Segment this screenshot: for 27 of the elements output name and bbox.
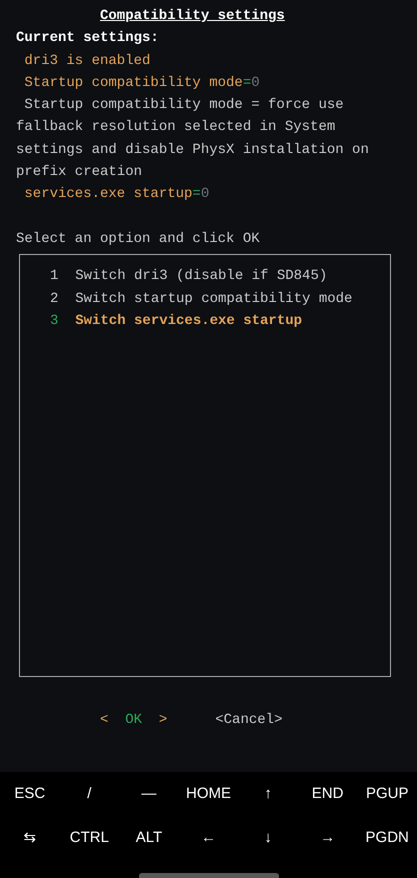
keyboard-key[interactable]: HOME [178, 778, 238, 810]
menu-item[interactable]: 3 Switch services.exe startup [50, 310, 390, 332]
setting-description: Startup compatibility mode = force use fallback resolution selected in System settings and disable PhysX installation on prefix creation [16, 96, 370, 182]
keyboard-key[interactable]: ↓ [238, 822, 298, 854]
dialog-button[interactable]: < OK > [100, 709, 168, 732]
keyboard-key[interactable]: ⇆ [0, 822, 60, 854]
prompt-text: Select an option and click OK [16, 230, 261, 249]
setting-status: dri3 is enabled [23, 52, 152, 71]
dialog-title: Compatibility settings [99, 7, 285, 26]
dialog-button[interactable]: <Cancel> [215, 709, 282, 732]
keyboard-key[interactable]: PGUP [357, 778, 417, 810]
setting-value: services.exe startup=0 [23, 185, 210, 204]
keyboard-key[interactable]: / [60, 778, 120, 810]
keyboard-key[interactable]: CTRL [60, 822, 120, 854]
keyboard-key[interactable]: ESC [0, 778, 60, 810]
keyboard-key[interactable]: → [298, 822, 358, 854]
setting-value: Startup compatibility mode=0 [23, 74, 261, 93]
keyboard-key[interactable]: ALT [119, 822, 179, 854]
menu-item[interactable]: 1 Switch dri3 (disable if SD845) [50, 265, 390, 288]
settings-heading: Current settings: [16, 29, 160, 48]
menu-item[interactable]: 2 Switch startup compatibility mode [50, 288, 390, 310]
keyboard-key[interactable]: END [298, 778, 358, 810]
home-indicator[interactable] [138, 873, 278, 878]
keyboard-key[interactable]: PGDN [357, 822, 417, 854]
keyboard-key[interactable]: ← [178, 822, 238, 854]
keyboard-key[interactable]: ↑ [238, 778, 298, 810]
keyboard-key[interactable]: — [119, 778, 179, 810]
